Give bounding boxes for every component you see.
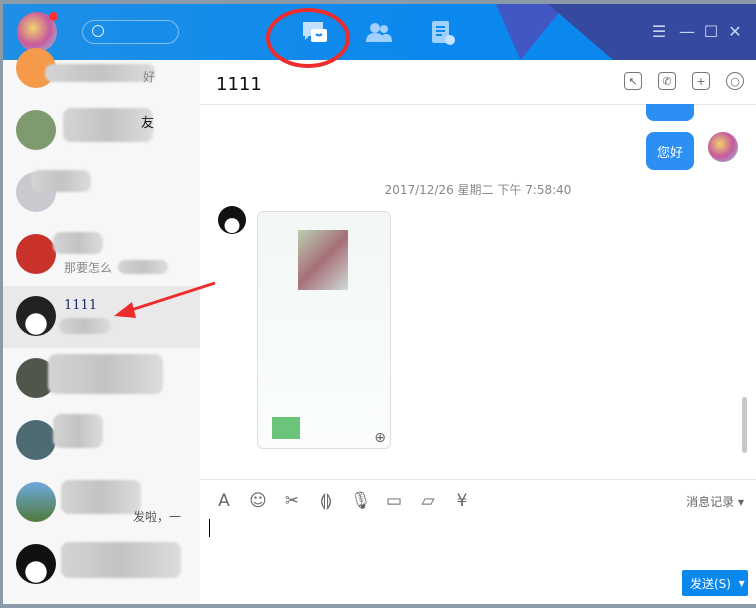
contact-avatar	[16, 420, 56, 460]
voice-icon[interactable]: 🎙	[350, 491, 372, 511]
contact-item[interactable]: 友	[3, 100, 200, 162]
message-bubble	[646, 104, 694, 121]
message-input[interactable]	[209, 519, 210, 537]
contact-avatar	[16, 234, 56, 274]
contact-name: 1111	[64, 298, 98, 313]
contact-preview: 发啦，一	[133, 510, 182, 524]
minimize-icon[interactable]: —	[677, 22, 697, 41]
add-member-icon[interactable]: +	[692, 72, 710, 90]
contact-item[interactable]: 楼发啦，一	[3, 472, 200, 534]
tab-contacts[interactable]	[365, 20, 393, 46]
contact-item[interactable]	[3, 162, 200, 224]
contact-preview: 那要怎么	[64, 261, 113, 275]
chat-toolbar: ↖ ✆ + ○	[624, 72, 744, 90]
contact-avatar	[16, 544, 56, 584]
emoji-icon[interactable]: ☺	[248, 491, 268, 511]
contact-item[interactable]	[3, 410, 200, 472]
contact-item[interactable]: 那要怎么	[3, 224, 200, 286]
my-avatar	[708, 132, 738, 162]
send-button[interactable]: 发送(S) ▾	[682, 570, 748, 596]
shake-icon[interactable]: ⟬⟭	[316, 491, 336, 511]
contact-item[interactable]	[3, 348, 200, 410]
contact-item[interactable]: 好	[3, 38, 200, 100]
qq-window: ☰ — ☐ ✕ 好 友 那要怎么 1111 楼发啦，一 1111 ↖ ✆ + ○…	[3, 4, 756, 604]
scrollbar[interactable]	[742, 397, 747, 453]
folder-icon[interactable]: ▱	[418, 491, 438, 511]
chat-panel: 1111 ↖ ✆ + ○ 您好 2017/12/26 星期二 下午 7:58:4…	[200, 60, 756, 604]
contact-name: 友	[141, 116, 155, 131]
document-icon	[432, 21, 455, 45]
contact-avatar	[16, 110, 56, 150]
contact-list[interactable]: 好 友 那要怎么 1111 楼发啦，一	[3, 48, 200, 604]
image-icon[interactable]: ▭	[384, 491, 404, 511]
close-icon[interactable]: ✕	[725, 22, 745, 41]
notification-dot	[49, 12, 58, 21]
screenshot-icon[interactable]: ✂	[282, 491, 302, 511]
blurred-area	[272, 417, 300, 439]
zoom-in-icon[interactable]: ⊕	[374, 430, 386, 446]
red-packet-icon[interactable]: ¥	[452, 491, 472, 511]
font-icon[interactable]: A	[214, 491, 234, 511]
menu-icon[interactable]: ☰	[649, 22, 669, 41]
tab-space[interactable]	[429, 20, 457, 46]
contact-item[interactable]	[3, 534, 200, 596]
input-toolbar: A ☺ ✂ ⟬⟭ 🎙 ▭ ▱ ¥	[214, 491, 472, 511]
message-timestamp: 2017/12/26 星期二 下午 7:58:40	[384, 183, 572, 197]
image-message[interactable]: ⊕	[257, 211, 391, 449]
contact-avatar	[16, 296, 56, 336]
tab-messages[interactable]	[301, 20, 329, 46]
message-bubble: 您好	[646, 132, 694, 170]
chat-bubble-icon	[303, 22, 327, 42]
contact-item-1111[interactable]: 1111	[3, 286, 200, 348]
search-icon	[92, 25, 104, 37]
contact-preview: 好	[143, 70, 156, 84]
maximize-icon[interactable]: ☐	[701, 22, 721, 41]
contact-avatar	[218, 206, 246, 234]
remote-desktop-icon[interactable]: ↖	[624, 72, 642, 90]
phone-icon[interactable]: ✆	[658, 72, 676, 90]
contacts-icon	[366, 23, 392, 42]
contact-avatar	[16, 482, 56, 522]
message-history-button[interactable]: 消息记录 ▾	[686, 493, 744, 510]
divider	[200, 479, 756, 480]
chat-title: 1111	[216, 74, 262, 95]
settings-icon[interactable]: ○	[726, 72, 744, 90]
